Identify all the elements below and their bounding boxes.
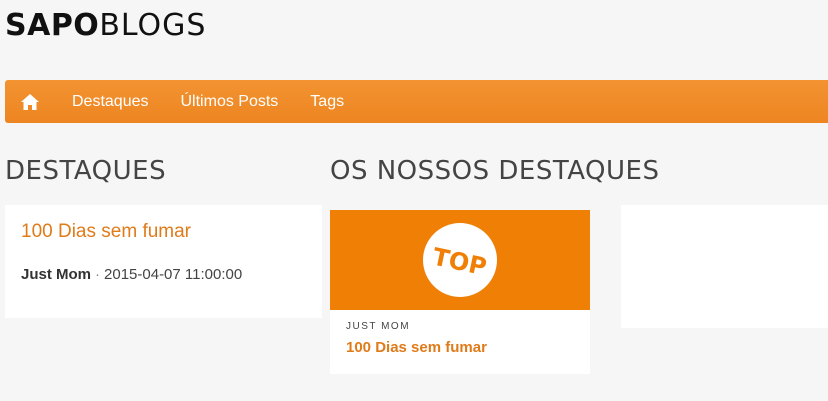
nav-item-destaques[interactable]: Destaques: [55, 80, 165, 123]
nav-item-tags[interactable]: Tags: [294, 80, 360, 123]
featured-post-author[interactable]: JUST MOM: [346, 321, 410, 332]
post-date: 2015-04-07 11:00:00: [104, 266, 243, 283]
featured-post-title-link[interactable]: 100 Dias sem fumar: [346, 339, 487, 356]
site-logo[interactable]: SAPOBLOGS: [5, 7, 206, 45]
destaques-heading: DESTAQUES: [5, 156, 167, 186]
post-author[interactable]: Just Mom: [21, 266, 91, 283]
nav-home-button[interactable]: [5, 80, 55, 123]
nav-item-ultimos-posts[interactable]: Últimos Posts: [165, 80, 295, 123]
home-icon: [21, 93, 39, 110]
empty-feature-card: [621, 205, 828, 328]
main-navbar: Destaques Últimos Posts Tags: [5, 80, 828, 123]
nossos-destaques-heading: OS NOSSOS DESTAQUES: [330, 156, 660, 186]
logo-bold-part: SAPO: [5, 8, 100, 43]
meta-separator: ·: [95, 266, 101, 283]
logo-light-part: BLOGS: [99, 8, 207, 43]
post-title-link[interactable]: 100 Dias sem fumar: [21, 221, 191, 243]
featured-post-card: TOP JUST MOM 100 Dias sem fumar: [330, 210, 590, 374]
featured-post-image[interactable]: TOP: [330, 210, 590, 310]
top-badge-icon: TOP: [423, 223, 497, 297]
destaque-post-card: 100 Dias sem fumar Just Mom · 2015-04-07 1…: [5, 205, 322, 318]
post-meta: Just Mom · 2015-04-07 11:00:00: [21, 266, 242, 283]
